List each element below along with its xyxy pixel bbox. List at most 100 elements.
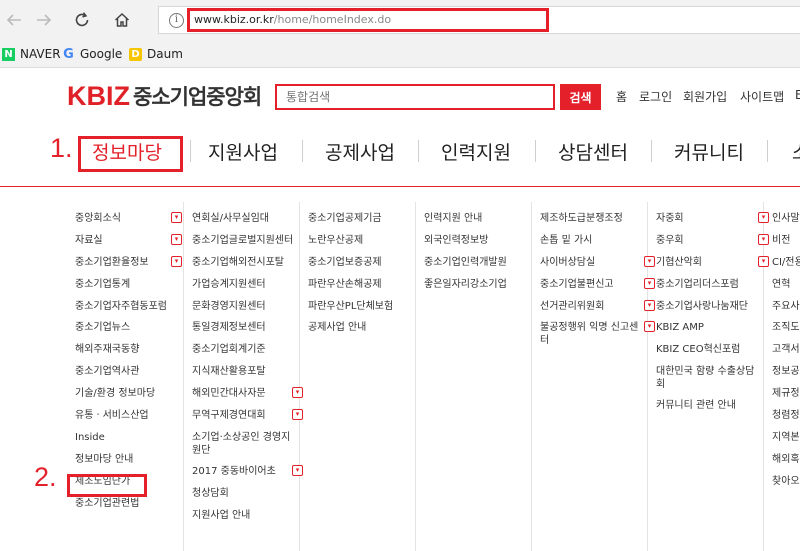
menu-item[interactable]: 중소기업불편신고 ▾ (540, 275, 655, 297)
bookmark-naver[interactable]: N NAVER (2, 47, 61, 61)
menu-item[interactable]: 대한민국 함량 수출상담회 (656, 362, 762, 396)
menu-item[interactable]: 중소기업사랑나눔재단 (656, 297, 762, 319)
forward-icon[interactable] (30, 6, 58, 34)
menu-item[interactable]: 손톱 밑 가시 (540, 231, 648, 253)
menu-item[interactable]: 통일경제정보센터 (192, 318, 296, 340)
menu-item[interactable]: 불공정행위 익명 신고센터 ▾ (540, 318, 655, 352)
util-sitemap-link[interactable]: 사이트맵 (740, 88, 784, 105)
menu-item[interactable]: 중소기업보증공제 (308, 253, 408, 275)
menu-item[interactable]: 제조하도급분쟁조정 (540, 209, 648, 231)
menu-item[interactable]: 중소기업자주협동포럼 (75, 297, 175, 319)
menu-item[interactable]: 자료실 ▾ (75, 231, 182, 253)
menu-item[interactable]: 노란우산공제 (308, 231, 408, 253)
menu-item[interactable]: 선거관리위원회 ▾ (540, 297, 655, 319)
menu-item[interactable]: 정보마당 안내 (75, 450, 175, 472)
expand-chevron-icon[interactable]: ▾ (644, 321, 655, 333)
menu-item[interactable]: 좋은일자리강소기업 (424, 275, 524, 297)
expand-chevron-icon[interactable]: ▾ (171, 255, 182, 267)
menu-item[interactable]: 인사말 (772, 209, 800, 231)
menu-item[interactable]: 중소기업글로벌지원센터 (192, 231, 296, 253)
menu-item[interactable]: 중우회 ▾ (656, 231, 769, 253)
info-icon[interactable]: i (169, 13, 184, 28)
expand-chevron-icon[interactable]: ▾ (758, 255, 769, 267)
util-signup-link[interactable]: 회원가입 (683, 88, 727, 105)
menu-item[interactable]: 기협산악회 ▾ (656, 253, 769, 275)
gnb-mutual-aid[interactable]: 공제사업 (325, 138, 395, 165)
bookmark-daum[interactable]: D Daum (129, 47, 183, 61)
menu-item[interactable]: 지원사업 안내 (192, 506, 296, 528)
menu-item[interactable]: 유통ㆍ서비스산업 (75, 406, 175, 428)
menu-item[interactable]: 해외혹 (772, 450, 800, 472)
search-button[interactable]: 검색 (560, 84, 601, 110)
menu-item[interactable]: 중소기업회계기준 (192, 340, 296, 362)
menu-item[interactable]: 해외민간대사자문 ▾ (192, 384, 303, 406)
menu-item[interactable]: 주요사 (772, 297, 800, 319)
menu-item[interactable]: 인력지원 안내 (424, 209, 524, 231)
menu-item[interactable]: 소기업·소상공인 경영지원단 (192, 428, 296, 462)
gnb-info[interactable]: 정보마당 (92, 138, 162, 165)
home-icon[interactable] (108, 6, 136, 34)
menu-item[interactable]: 커뮤니티 관련 안내 (656, 396, 762, 418)
menu-item[interactable]: 중소기업역사관 (75, 362, 175, 384)
menu-item[interactable]: KBIZ CEO혁신포럼 (656, 340, 762, 362)
expand-chevron-icon[interactable]: ▾ (171, 212, 182, 223)
expand-chevron-icon[interactable]: ▾ (292, 464, 303, 476)
util-english-link[interactable]: E (795, 88, 800, 102)
menu-item[interactable]: 중소기업통계 (75, 275, 175, 297)
expand-chevron-icon[interactable]: ▾ (171, 233, 182, 245)
expand-chevron-icon[interactable]: ▾ (758, 212, 769, 223)
menu-item[interactable]: 공제사업 안내 (308, 318, 408, 340)
menu-item[interactable]: 지역본 (772, 428, 800, 450)
back-icon[interactable] (0, 6, 28, 34)
menu-item[interactable]: 사이버상담실 ▾ (540, 253, 655, 275)
gnb-workforce[interactable]: 인력지원 (441, 138, 511, 165)
expand-chevron-icon[interactable]: ▾ (644, 255, 655, 267)
site-logo[interactable]: KBIZ 중소기업중앙회 (67, 81, 262, 111)
menu-item[interactable]: 중소기업해외전시포탈 (192, 253, 296, 275)
menu-item[interactable]: Inside (75, 428, 175, 450)
menu-item[interactable]: 중앙회소식 ▾ (75, 209, 182, 231)
expand-chevron-icon[interactable]: ▾ (644, 299, 655, 311)
reload-icon[interactable] (68, 6, 96, 34)
menu-item[interactable]: 기술/환경 정보마당 (75, 384, 175, 406)
menu-item[interactable]: KBIZ AMP (656, 318, 762, 340)
menu-item[interactable]: 청렴정 (772, 406, 800, 428)
menu-item[interactable]: 중소기업환율정보 ▾ (75, 253, 182, 275)
menu-item[interactable]: 외국인력정보방 (424, 231, 524, 253)
menu-item[interactable]: 찾아오 (772, 472, 800, 494)
address-bar[interactable]: i www.kbiz.or.kr/home/homeIndex.do (158, 6, 800, 34)
menu-item[interactable]: 정보공 (772, 362, 800, 384)
expand-chevron-icon[interactable]: ▾ (292, 387, 303, 399)
bookmark-google[interactable]: G Google (62, 47, 122, 61)
menu-item[interactable]: 중소기업인력개발원 (424, 253, 524, 275)
menu-item[interactable]: 고객서 (772, 340, 800, 362)
menu-item[interactable]: 지식재산활용포탈 (192, 362, 296, 384)
menu-item[interactable]: 문화경영지원센터 (192, 297, 296, 319)
menu-item[interactable]: 자중회 ▾ (656, 209, 769, 231)
menu-item[interactable]: 파란우산PL단체보험 (308, 297, 408, 319)
menu-item[interactable]: 2017 중동바이어초 ▾ (192, 462, 303, 484)
menu-item[interactable]: 제규정 (772, 384, 800, 406)
menu-item[interactable]: CI/전용 (772, 253, 800, 275)
util-home-link[interactable]: 홈 (616, 88, 627, 105)
menu-item[interactable]: 가업승계지원센터 (192, 275, 296, 297)
menu-item[interactable]: 조직도 (772, 318, 800, 340)
menu-item[interactable]: 무역구제경연대회 ▾ (192, 406, 303, 428)
util-login-link[interactable]: 로그인 (639, 88, 672, 105)
gnb-support[interactable]: 지원사업 (208, 138, 278, 165)
menu-item[interactable]: 해외주재국동향 (75, 340, 175, 362)
menu-item[interactable]: 중소기업공제기금 (308, 209, 408, 231)
gnb-community[interactable]: 커뮤니티 (674, 138, 744, 165)
menu-item[interactable]: 청상담회 (192, 484, 296, 506)
gnb-about[interactable]: 소 (792, 138, 800, 165)
expand-chevron-icon[interactable]: ▾ (758, 233, 769, 245)
search-input[interactable] (275, 84, 555, 110)
menu-item[interactable]: 연혁 (772, 275, 800, 297)
expand-chevron-icon[interactable]: ▾ (644, 277, 655, 289)
menu-item[interactable]: 비전 (772, 231, 800, 253)
gnb-consult[interactable]: 상담센터 (558, 138, 628, 165)
menu-item[interactable]: 파란우산손해공제 (308, 275, 408, 297)
expand-chevron-icon[interactable]: ▾ (292, 409, 303, 421)
menu-item[interactable]: 연회실/사무실임대 (192, 209, 296, 231)
menu-item[interactable]: 중소기업리더스포럼 (656, 275, 762, 297)
